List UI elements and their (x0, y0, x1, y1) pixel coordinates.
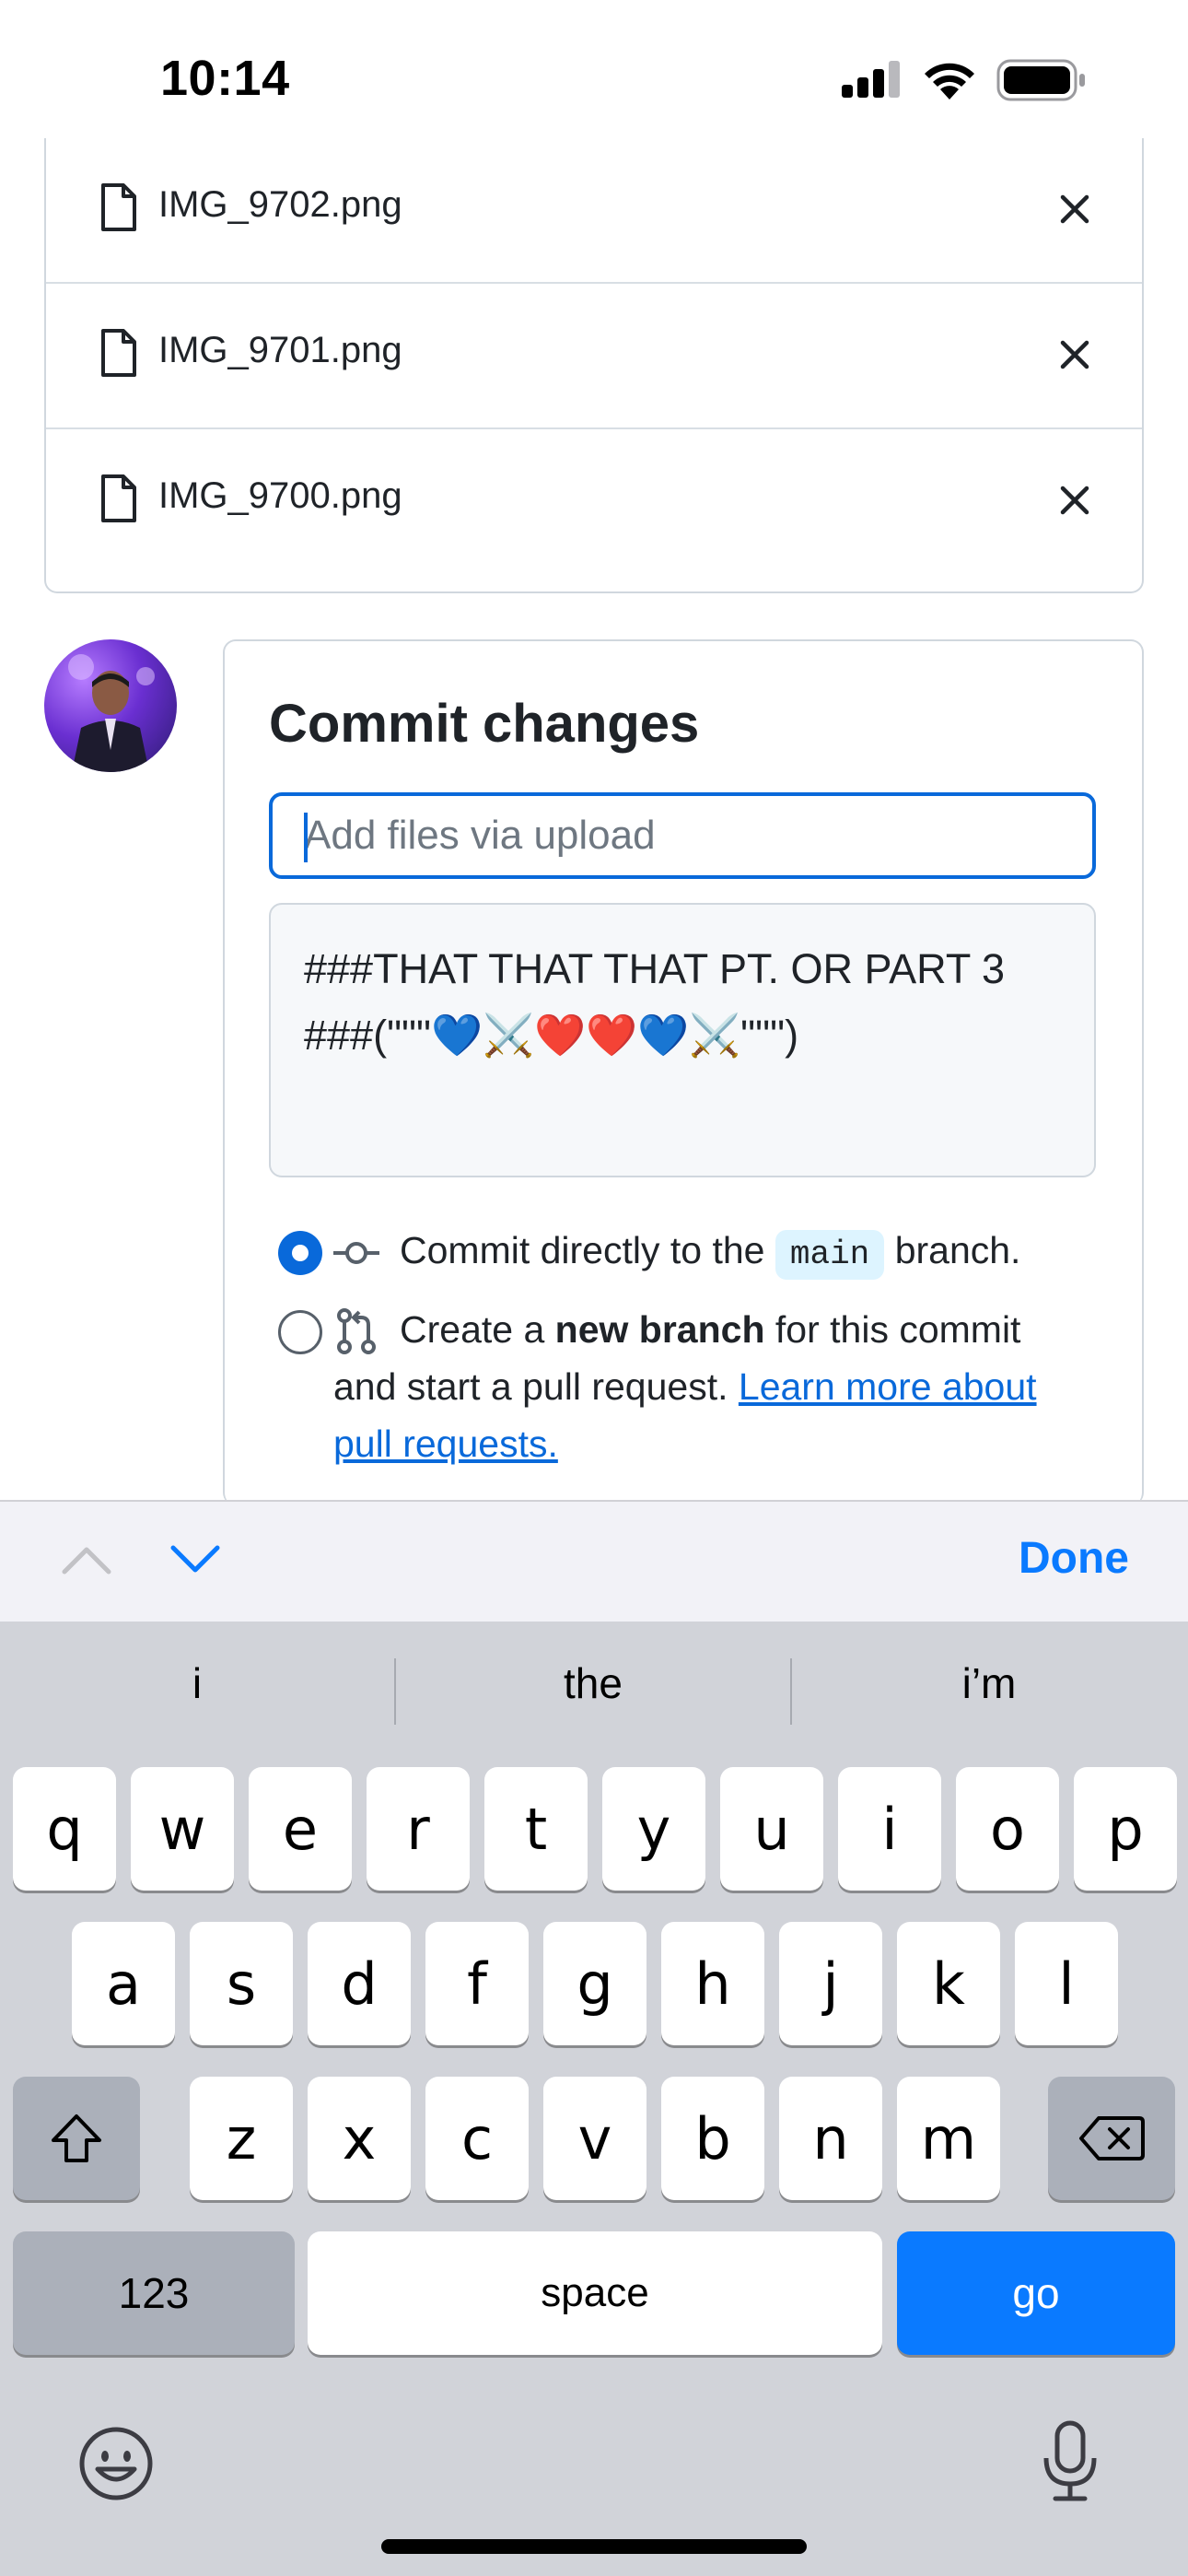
commit-summary-input[interactable] (269, 792, 1096, 879)
key-k[interactable]: k (897, 1922, 1000, 2045)
remove-file-icon[interactable] (1055, 481, 1094, 520)
file-row: IMG_9700.png (46, 429, 1142, 575)
git-pull-request-icon (337, 1308, 376, 1354)
cellular-signal-icon (842, 61, 900, 98)
battery-icon (996, 59, 1085, 101)
user-avatar[interactable] (44, 639, 177, 772)
file-row: IMG_9701.png (46, 284, 1142, 429)
suggestion-divider (394, 1658, 396, 1725)
commit-directly-radio[interactable] (278, 1231, 322, 1275)
space-key[interactable]: space (308, 2231, 882, 2355)
file-icon (101, 183, 136, 231)
key-f[interactable]: f (425, 1922, 529, 2045)
commit-description-textarea[interactable]: ###THAT THAT THAT PT. OR PART 3 ###("""💙… (269, 903, 1096, 1177)
key-q[interactable]: q (13, 1767, 116, 1891)
key-c[interactable]: c (425, 2077, 529, 2200)
go-key[interactable]: go (897, 2231, 1175, 2355)
avatar-image (68, 654, 155, 772)
key-b[interactable]: b (661, 2077, 764, 2200)
microphone-icon[interactable] (1041, 2419, 1100, 2504)
key-w[interactable]: w (131, 1767, 234, 1891)
new-branch-radio[interactable] (278, 1310, 322, 1354)
file-icon (101, 329, 136, 377)
commit-title: Commit changes (269, 694, 700, 754)
delete-key[interactable] (1048, 2077, 1175, 2200)
commit-directly-label: Commit directly to the main branch. (400, 1222, 1020, 1280)
key-v[interactable]: v (543, 2077, 646, 2200)
key-z[interactable]: z (190, 2077, 293, 2200)
suggestion-divider (790, 1658, 792, 1725)
emoji-icon[interactable] (77, 2425, 155, 2502)
key-d[interactable]: d (308, 1922, 411, 2045)
shift-icon (52, 2114, 101, 2162)
key-y[interactable]: y (602, 1767, 705, 1891)
branch-name-badge: main (775, 1230, 885, 1280)
key-o[interactable]: o (956, 1767, 1059, 1891)
new-branch-label-line3: pull requests. (333, 1415, 558, 1472)
chevron-down-icon[interactable] (168, 1539, 223, 1579)
suggestion-1[interactable]: i (13, 1658, 381, 1708)
suggestion-3[interactable]: i’m (805, 1658, 1173, 1708)
key-r[interactable]: r (367, 1767, 470, 1891)
key-m[interactable]: m (897, 2077, 1000, 2200)
wifi-icon (925, 63, 974, 100)
suggestion-2[interactable]: the (409, 1658, 777, 1708)
key-a[interactable]: a (72, 1922, 175, 2045)
shift-key[interactable] (13, 2077, 140, 2200)
file-name: IMG_9702.png (158, 184, 402, 225)
key-e[interactable]: e (249, 1767, 352, 1891)
key-g[interactable]: g (543, 1922, 646, 2045)
file-row: IMG_9702.png (46, 138, 1142, 284)
key-s[interactable]: s (190, 1922, 293, 2045)
key-l[interactable]: l (1015, 1922, 1118, 2045)
file-icon (101, 474, 136, 522)
key-i[interactable]: i (838, 1767, 941, 1891)
new-branch-label: Create a new branch for this commit (400, 1308, 1021, 1351)
key-t[interactable]: t (484, 1767, 588, 1891)
done-button[interactable]: Done (1019, 1533, 1129, 1584)
home-indicator[interactable] (381, 2539, 807, 2554)
text-caret (304, 813, 308, 862)
pull-requests-link[interactable]: pull requests. (333, 1423, 558, 1465)
key-u[interactable]: u (720, 1767, 823, 1891)
git-commit-icon (333, 1242, 379, 1264)
remove-file-icon[interactable] (1055, 190, 1094, 228)
uploaded-file-list: IMG_9702.png IMG_9701.png IMG_9700.png (44, 138, 1144, 593)
file-name: IMG_9700.png (158, 475, 402, 516)
new-branch-label-line2: and start a pull request. Learn more abo… (333, 1365, 1037, 1408)
key-x[interactable]: x (308, 2077, 411, 2200)
key-j[interactable]: j (779, 1922, 882, 2045)
file-name: IMG_9701.png (158, 330, 402, 370)
status-time: 10:14 (160, 51, 290, 106)
chevron-up-icon[interactable] (59, 1539, 114, 1579)
learn-more-link[interactable]: Learn more about (739, 1365, 1037, 1408)
key-h[interactable]: h (661, 1922, 764, 2045)
key-p[interactable]: p (1074, 1767, 1177, 1891)
numbers-key[interactable]: 123 (13, 2231, 295, 2355)
remove-file-icon[interactable] (1055, 335, 1094, 374)
backspace-icon (1079, 2116, 1145, 2160)
key-n[interactable]: n (779, 2077, 882, 2200)
